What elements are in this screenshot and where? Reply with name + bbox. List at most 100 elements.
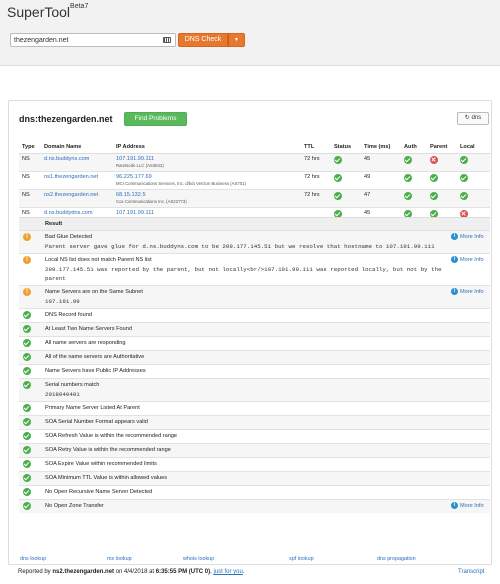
info-icon bbox=[451, 502, 458, 509]
warning-icon bbox=[23, 288, 31, 296]
ns-col-header: Parent bbox=[427, 141, 457, 154]
check-circle-icon bbox=[23, 367, 31, 375]
footer-link[interactable]: mx lookup bbox=[107, 556, 132, 562]
results-card: dns:thezengarden.net Find Problems ↻ dns… bbox=[8, 100, 492, 565]
ns-ip-link[interactable]: 107.191.99.111 bbox=[116, 156, 154, 162]
keyboard-icon[interactable] bbox=[163, 37, 171, 43]
more-info-link[interactable]: More Info bbox=[451, 256, 484, 263]
result-col-header: Result bbox=[42, 217, 448, 231]
result-title: SOA Minimum TTL Value is within allowed … bbox=[45, 475, 168, 481]
footer-link[interactable]: spf lookup bbox=[289, 556, 314, 562]
result-title: Name Servers have Public IP Addresses bbox=[45, 368, 146, 374]
more-info-link[interactable]: More Info bbox=[451, 233, 484, 240]
result-text: At Least Two Name Servers Found bbox=[42, 322, 448, 337]
check-circle-icon bbox=[404, 191, 412, 200]
ns-parent bbox=[427, 188, 457, 207]
app-name: SuperTool bbox=[7, 4, 71, 20]
check-circle-icon bbox=[404, 155, 412, 164]
ns-ip-link[interactable]: 96.225.177.69 bbox=[116, 174, 152, 180]
result-more-cell bbox=[448, 429, 490, 444]
result-more-cell bbox=[448, 485, 490, 500]
footer-link[interactable]: whois lookup bbox=[183, 556, 214, 562]
result-status bbox=[19, 415, 42, 430]
result-status bbox=[19, 350, 42, 365]
ns-ttl: 72 hrs bbox=[301, 152, 331, 171]
result-title: Local NS list does not match Parent NS l… bbox=[45, 257, 152, 263]
refresh-dns-button[interactable]: ↻ dns bbox=[457, 112, 489, 125]
result-text: Bad Glue Detected Parent server gave glue… bbox=[42, 230, 448, 254]
find-problems-button[interactable]: Find Problems bbox=[124, 112, 187, 126]
ns-col-header: Local bbox=[457, 141, 490, 154]
ns-domain-link[interactable]: d.ns.buddyns.com bbox=[44, 156, 89, 162]
footer-links: dns lookup mx lookup whois lookup spf looku… bbox=[19, 556, 491, 564]
ns-ip-link[interactable]: 107.191.99.111 bbox=[116, 210, 154, 216]
ns-time: 49 bbox=[361, 170, 401, 189]
reported-on: on 4/4/2018 at bbox=[114, 569, 156, 575]
result-title: All of the name servers are Authoritativ… bbox=[45, 354, 145, 360]
result-text: Serial numbers match 2018040401 bbox=[42, 378, 448, 402]
result-row: Primary Name Server Listed At Parent bbox=[19, 401, 490, 416]
result-status bbox=[19, 230, 42, 254]
result-row: Name Servers are on the Same Subnet 107.1… bbox=[19, 285, 490, 309]
ns-domain-link[interactable]: ns2.thezengarden.net bbox=[44, 192, 98, 198]
result-row: All name servers are responding bbox=[19, 336, 490, 351]
check-circle-icon bbox=[430, 173, 438, 182]
result-title: No Open Zone Transfer bbox=[45, 503, 104, 509]
check-circle-icon bbox=[23, 325, 31, 333]
dropdown-caret-button[interactable]: ▼ bbox=[228, 33, 245, 47]
result-status bbox=[19, 443, 42, 458]
result-text: No Open Recursive Name Server Detected bbox=[42, 485, 448, 500]
result-title: SOA Expire Value within recommended limi… bbox=[45, 461, 157, 467]
ns-org: MCI Communications Services, Inc. d/b/a … bbox=[116, 180, 246, 186]
info-icon bbox=[451, 256, 458, 263]
ns-local bbox=[457, 188, 490, 207]
table-row: NS ns1.thezengarden.net 96.225.177.69 MCI C… bbox=[19, 170, 490, 189]
result-row: SOA Expire Value within recommended limi… bbox=[19, 457, 490, 472]
ns-type: NS bbox=[19, 152, 41, 171]
info-icon bbox=[451, 288, 458, 295]
check-circle-icon bbox=[334, 191, 342, 200]
check-circle-icon bbox=[460, 155, 468, 164]
result-row: SOA Retry Value is within the recommende… bbox=[19, 443, 490, 458]
reported-server: ns2.thezengarden.net bbox=[52, 569, 115, 575]
more-info-link[interactable]: More Info bbox=[451, 502, 484, 509]
ns-domain-link[interactable]: ns1.thezengarden.net bbox=[44, 174, 98, 180]
result-status bbox=[19, 364, 42, 379]
result-row: DNS Record found bbox=[19, 308, 490, 323]
table-row: NS d.ns.buddyns.com 107.191.99.111 RamNode … bbox=[19, 152, 490, 171]
check-circle-icon bbox=[460, 173, 468, 182]
more-info-label: More Info bbox=[460, 502, 484, 509]
result-detail: 107.191.99 bbox=[45, 298, 80, 305]
result-more-cell: More Info bbox=[448, 285, 490, 309]
result-row: SOA Serial Number Format appears valid bbox=[19, 415, 490, 430]
ns-domain-link[interactable]: d.ns.buddydns.com bbox=[44, 210, 93, 216]
result-title: At Least Two Name Servers Found bbox=[45, 326, 132, 332]
ns-ttl: 72 hrs bbox=[301, 170, 331, 189]
ns-parent bbox=[427, 152, 457, 171]
footer-link[interactable]: dns propagation bbox=[377, 556, 416, 562]
just-for-you-link[interactable]: just for you bbox=[213, 569, 242, 575]
refresh-icon: ↻ bbox=[464, 115, 470, 121]
result-row: SOA Refresh Value is within the recommen… bbox=[19, 429, 490, 444]
ns-ip-link[interactable]: 68.15.132.5 bbox=[116, 192, 146, 198]
ns-domain-cell: ns1.thezengarden.net bbox=[41, 170, 113, 189]
ns-ip-cell: 96.225.177.69 MCI Communications Services… bbox=[113, 170, 301, 189]
result-text: SOA Expire Value within recommended limi… bbox=[42, 457, 448, 472]
footer-link[interactable]: dns lookup bbox=[20, 556, 46, 562]
domain-input[interactable] bbox=[11, 34, 151, 46]
result-status bbox=[19, 499, 42, 513]
result-row: Local NS list does not match Parent NS l… bbox=[19, 253, 490, 286]
result-more-cell bbox=[448, 457, 490, 472]
more-info-link[interactable]: More Info bbox=[451, 288, 484, 295]
transcript-link[interactable]: Transcript bbox=[458, 569, 484, 575]
dns-check-button[interactable]: DNS Check bbox=[178, 33, 228, 47]
result-text: All name servers are responding bbox=[42, 336, 448, 351]
table-row: NS ns2.thezengarden.net 68.15.132.5 Cox Com… bbox=[19, 188, 490, 207]
result-status bbox=[19, 336, 42, 351]
ns-col-header: Type bbox=[19, 141, 41, 154]
result-row: At Least Two Name Servers Found bbox=[19, 322, 490, 337]
result-status bbox=[19, 485, 42, 500]
ns-ttl: 72 hrs bbox=[301, 188, 331, 207]
result-status bbox=[19, 253, 42, 286]
result-title: SOA Refresh Value is within the recommen… bbox=[45, 433, 178, 439]
